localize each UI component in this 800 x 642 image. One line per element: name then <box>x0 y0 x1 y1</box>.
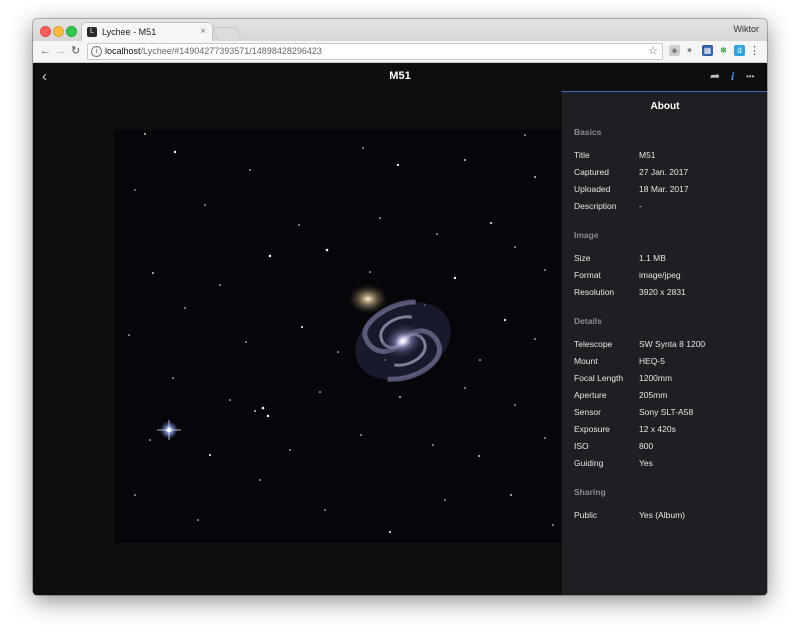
translate-extension-icon[interactable]: ▦ <box>702 45 713 56</box>
bookmark-star-icon[interactable]: ☆ <box>648 44 658 57</box>
info-value-public: Yes (Album) <box>639 510 685 520</box>
info-value-format: image/jpeg <box>639 270 681 280</box>
info-value-uploaded: 18 Mar. 2017 <box>639 184 689 194</box>
info-value-description: - <box>639 201 642 211</box>
galaxy-photo <box>115 130 561 543</box>
info-label: Exposure <box>574 424 610 434</box>
browser-tab[interactable]: L Lychee - M51 × <box>81 22 213 42</box>
info-icon[interactable]: i <box>91 46 102 57</box>
info-value-title: M51 <box>639 150 656 160</box>
menu-kebab-icon[interactable]: ⋮ <box>749 44 760 58</box>
more-icon[interactable]: ••• <box>746 72 754 81</box>
info-value-captured: 27 Jan. 2017 <box>639 167 689 177</box>
lychee-icon: L <box>87 27 97 37</box>
about-sidebar: About Basics Title M51 Captured 27 Jan. … <box>561 91 767 595</box>
address-bar[interactable]: i localhost/Lychee/#14904277393571/14898… <box>87 43 663 60</box>
shield-extension-icon[interactable]: ◈ <box>669 45 680 56</box>
info-value-focal-length: 1200mm <box>639 373 673 383</box>
info-label: Captured <box>574 167 609 177</box>
info-label: Description <box>574 201 617 211</box>
tab-title: Lychee - M51 <box>102 27 157 37</box>
info-value-telescope: SW Synta 8 1200 <box>639 339 706 349</box>
info-value-exposure: 12 x 420s <box>639 424 676 434</box>
info-label: Format <box>574 270 601 280</box>
minimize-window-button[interactable] <box>53 26 64 37</box>
reload-icon[interactable]: ↻ <box>71 44 80 58</box>
info-value-sensor: Sony SLT-A58 <box>639 407 694 417</box>
info-label: Mount <box>574 356 598 366</box>
info-value-mount: HEQ-5 <box>639 356 665 366</box>
section-heading-image: Image <box>574 230 599 240</box>
tab-strip: L Lychee - M51 × Wiktor <box>33 19 767 42</box>
photo-header: ‹ M51 ➦ i ••• <box>33 63 767 92</box>
page-title: M51 <box>389 70 411 82</box>
share-icon[interactable]: ➦ <box>710 69 720 83</box>
info-label: Title <box>574 150 590 160</box>
section-heading-sharing: Sharing <box>574 487 606 497</box>
info-value-aperture: 205mm <box>639 390 668 400</box>
info-value-guiding: Yes <box>639 458 653 468</box>
info-label: Guiding <box>574 458 604 468</box>
info-value-size: 1.1 MB <box>639 253 666 263</box>
info-label: ISO <box>574 441 589 451</box>
info-toggle-icon[interactable]: i <box>731 69 734 84</box>
info-label: Uploaded <box>574 184 611 194</box>
d-extension-icon[interactable]: d <box>734 45 745 56</box>
url-path: /Lychee/#14904277393571/14898428296423 <box>140 46 322 56</box>
browser-toolbar: ← → ↻ i localhost/Lychee/#14904277393571… <box>33 41 767 63</box>
sidebar-title: About <box>650 101 680 112</box>
section-heading-basics: Basics <box>574 127 602 137</box>
tab-close-icon[interactable]: × <box>200 26 206 37</box>
info-label: Focal Length <box>574 373 624 383</box>
lychee-page: ‹ M51 ➦ i ••• About Basics Title M51 Cap… <box>33 63 767 595</box>
info-label: Public <box>574 510 598 520</box>
gear-extension-icon[interactable]: ✷ <box>684 45 695 56</box>
info-label: Aperture <box>574 390 607 400</box>
info-value-iso: 800 <box>639 441 654 451</box>
address-url: localhost/Lychee/#14904277393571/1489842… <box>105 46 322 56</box>
photo-view[interactable] <box>115 130 561 543</box>
info-label: Sensor <box>574 407 601 417</box>
url-host: localhost <box>105 46 141 56</box>
puzzle-extension-icon[interactable]: ✽ <box>718 45 729 56</box>
profile-name[interactable]: Wiktor <box>734 24 760 34</box>
forward-arrow-icon[interactable]: → <box>55 44 66 58</box>
close-window-button[interactable] <box>40 26 51 37</box>
browser-window: L Lychee - M51 × Wiktor ← → ↻ i localhos… <box>33 19 767 595</box>
info-label: Telescope <box>574 339 613 349</box>
back-arrow-icon[interactable]: ← <box>40 44 51 58</box>
info-value-resolution: 3920 x 2831 <box>639 287 686 297</box>
info-label: Resolution <box>574 287 615 297</box>
new-tab-button[interactable] <box>212 27 242 40</box>
section-heading-details: Details <box>574 316 602 326</box>
info-label: Size <box>574 253 591 263</box>
zoom-window-button[interactable] <box>66 26 77 37</box>
